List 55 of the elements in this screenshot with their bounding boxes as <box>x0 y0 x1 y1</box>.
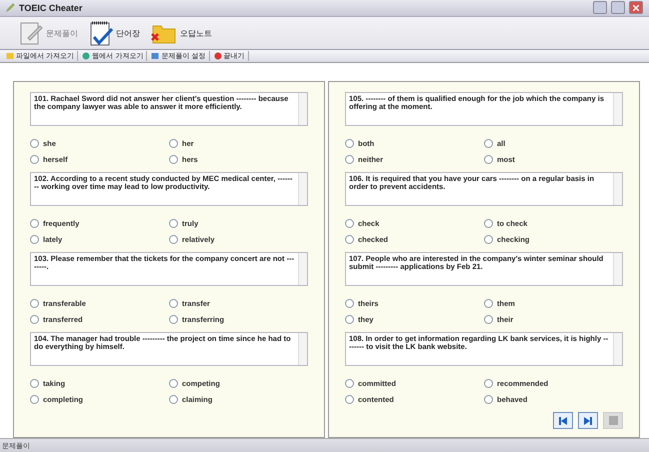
radio-button[interactable] <box>345 139 354 148</box>
close-icon <box>633 4 639 11</box>
radio-button[interactable] <box>484 395 493 404</box>
radio-button[interactable] <box>484 299 493 308</box>
scrollbar[interactable] <box>613 253 622 286</box>
nav-button[interactable] <box>553 412 573 430</box>
edit-icon <box>18 20 44 46</box>
scrollbar[interactable] <box>613 333 622 366</box>
radio-button[interactable] <box>484 235 493 244</box>
radio-button[interactable] <box>484 155 493 164</box>
nav-button[interactable] <box>578 412 598 430</box>
radio-button[interactable] <box>30 139 39 148</box>
radio-button[interactable] <box>169 315 178 324</box>
radio-button[interactable] <box>30 379 39 388</box>
stop-icon <box>608 416 618 426</box>
radio-button[interactable] <box>30 219 39 228</box>
maximize-button[interactable] <box>611 1 625 14</box>
skip-forward-icon <box>583 416 593 426</box>
radio-button[interactable] <box>169 379 178 388</box>
minimize-button[interactable] <box>593 1 607 14</box>
radio-button[interactable] <box>345 299 354 308</box>
radio-button[interactable] <box>169 219 178 228</box>
radio-button[interactable] <box>169 235 178 244</box>
radio-button[interactable] <box>169 395 178 404</box>
radio-button[interactable] <box>30 315 39 324</box>
radio-button[interactable] <box>30 395 39 404</box>
radio-button[interactable] <box>484 315 493 324</box>
radio-button[interactable] <box>30 155 39 164</box>
radio-button[interactable] <box>484 379 493 388</box>
scrollbar[interactable] <box>298 333 307 366</box>
radio-button[interactable] <box>345 379 354 388</box>
scrollbar[interactable] <box>613 93 622 126</box>
radio-button[interactable] <box>484 139 493 148</box>
radio-button[interactable] <box>345 395 354 404</box>
radio-button[interactable] <box>30 299 39 308</box>
pencil-icon <box>6 3 15 12</box>
radio-button[interactable] <box>484 219 493 228</box>
notebook-icon <box>88 19 114 48</box>
scrollbar[interactable] <box>613 173 622 206</box>
radio-button[interactable] <box>345 219 354 228</box>
scrollbar[interactable] <box>298 173 307 206</box>
radio-button[interactable] <box>169 139 178 148</box>
radio-button[interactable] <box>30 235 39 244</box>
radio-button[interactable] <box>345 235 354 244</box>
radio-button[interactable] <box>345 155 354 164</box>
window-title: TOEIC Cheater <box>19 2 84 13</box>
scrollbar[interactable] <box>298 253 307 286</box>
close-button[interactable] <box>629 1 643 14</box>
radio-button[interactable] <box>345 315 354 324</box>
toolbar-button[interactable]: 단어장 <box>88 19 140 48</box>
radio-button[interactable] <box>169 299 178 308</box>
radio-button[interactable] <box>169 155 178 164</box>
scrollbar[interactable] <box>298 93 307 126</box>
toolbar-button[interactable]: 오답노트 <box>150 20 212 46</box>
skip-back-icon <box>558 416 568 426</box>
